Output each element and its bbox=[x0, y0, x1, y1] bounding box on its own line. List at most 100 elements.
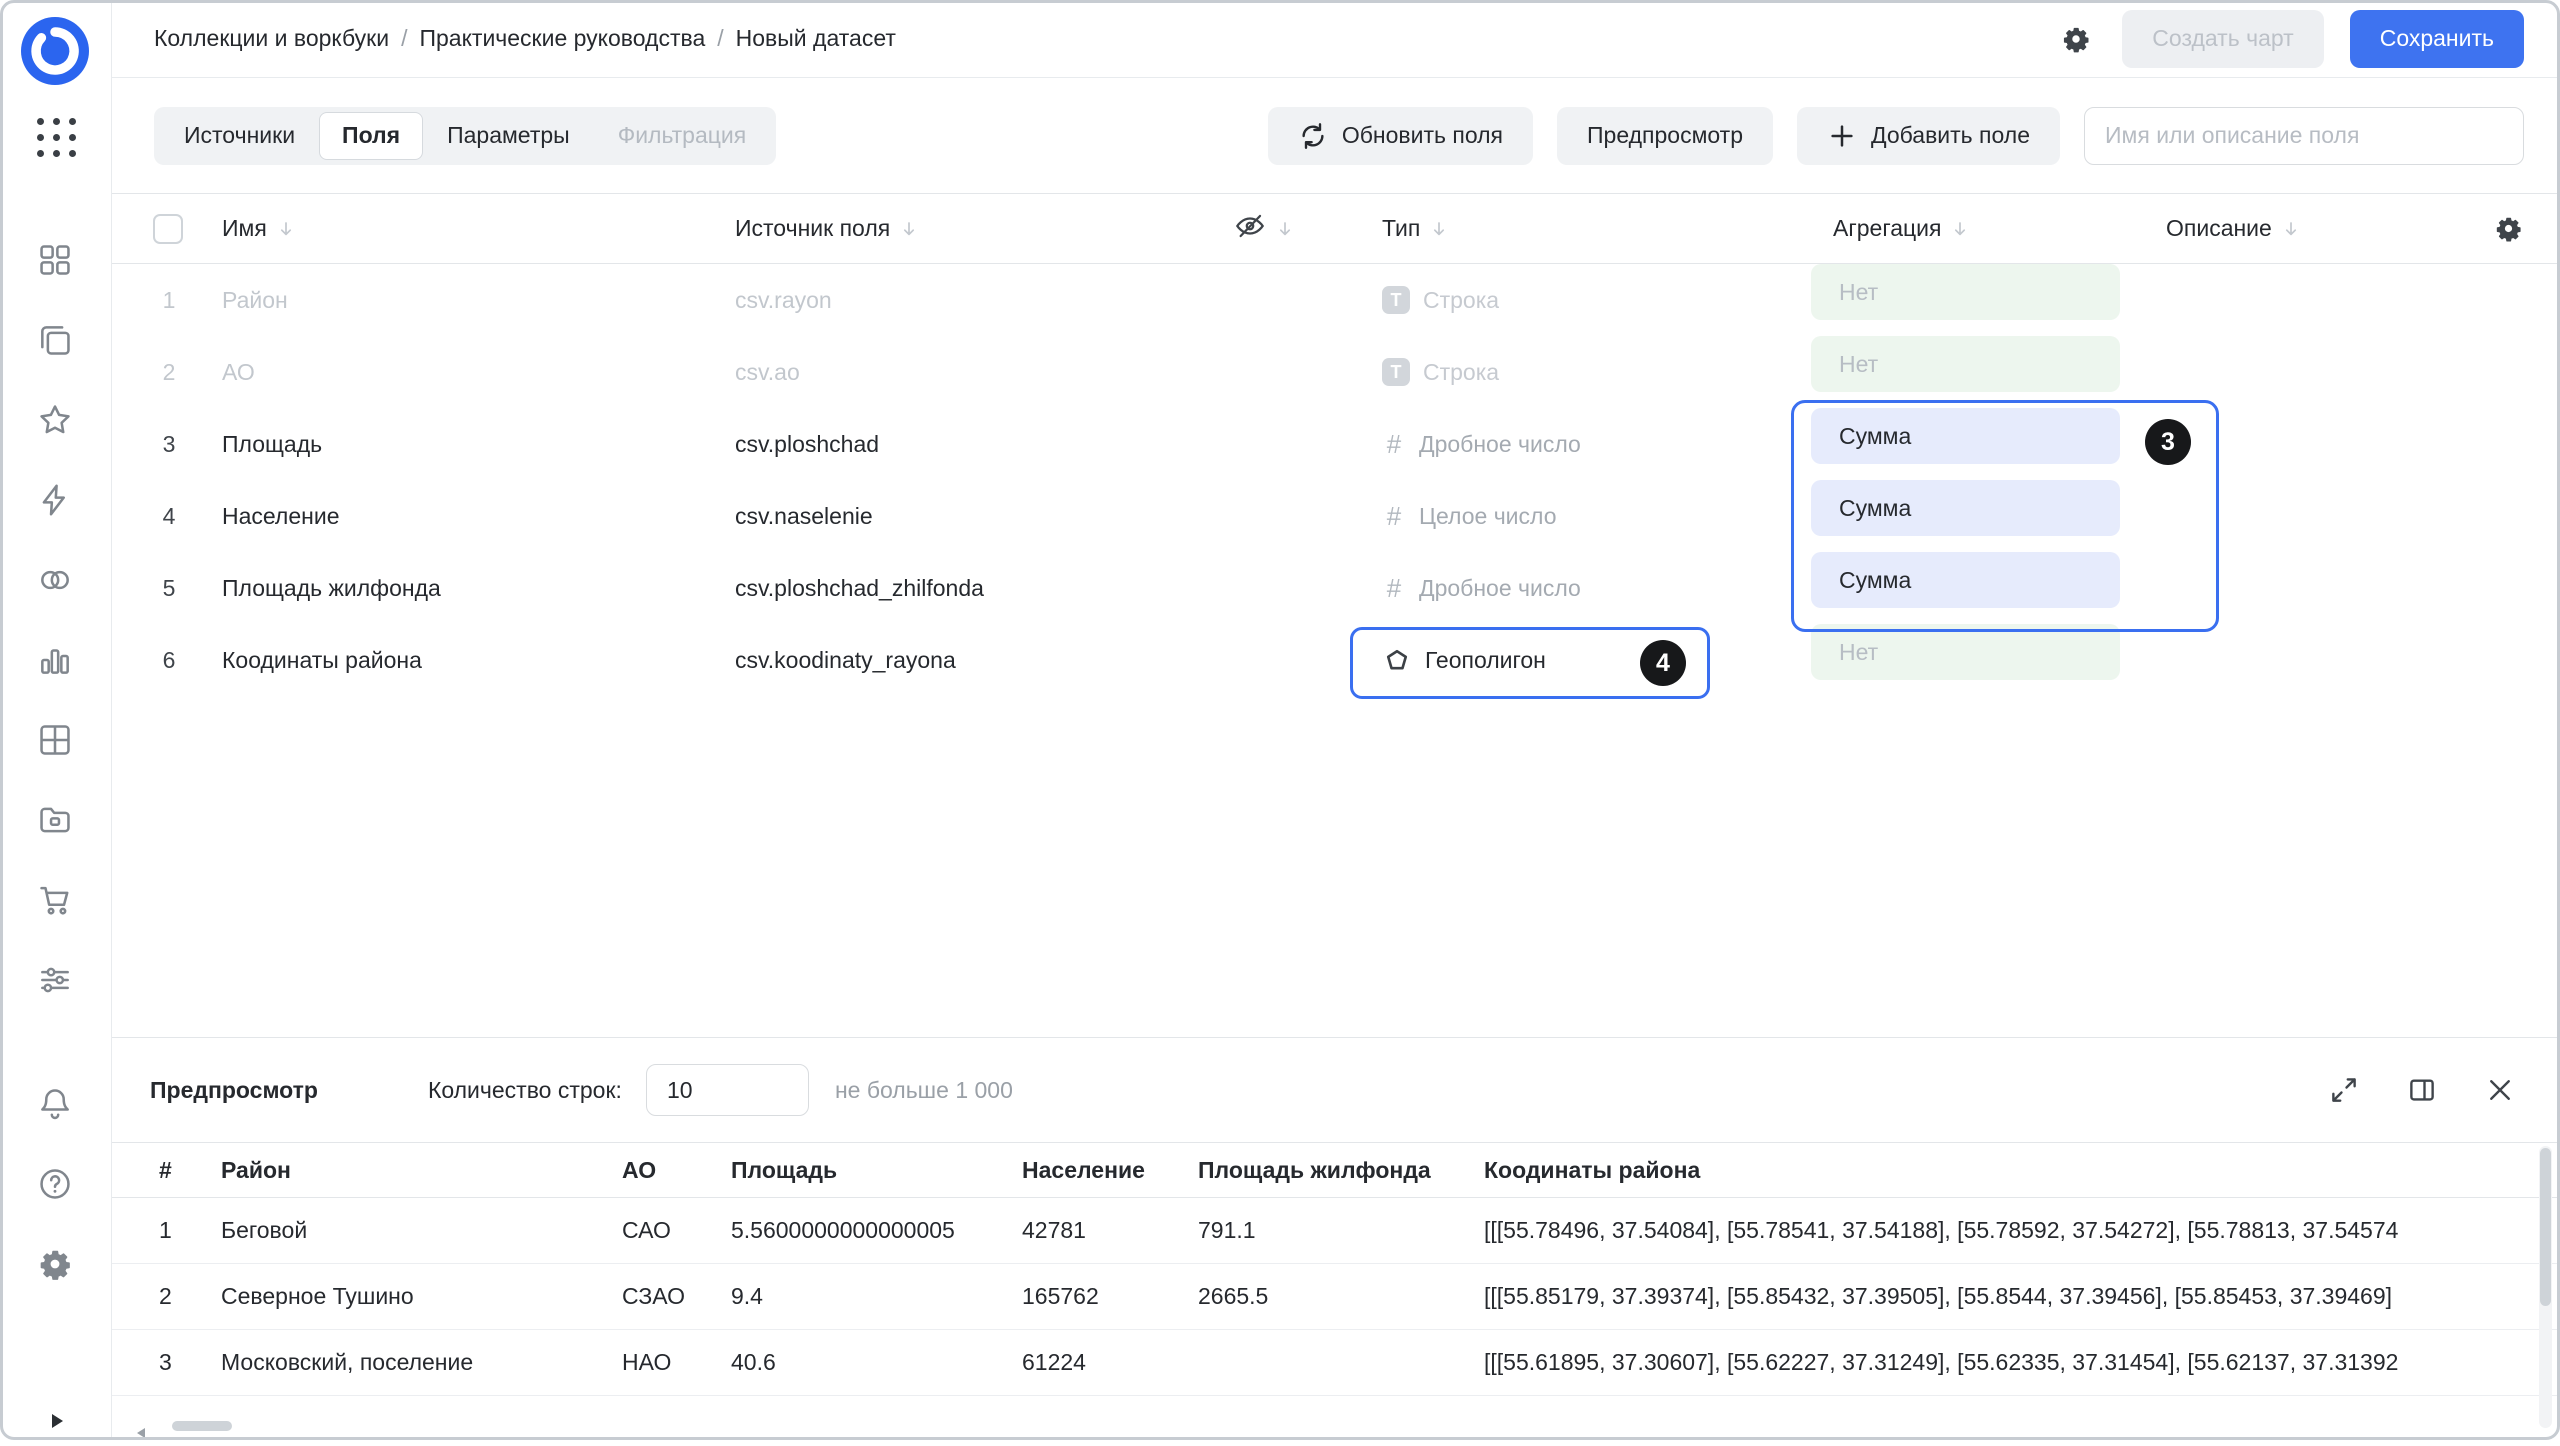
datalens-logo-icon[interactable] bbox=[17, 13, 93, 89]
preview-cell: САО bbox=[622, 1198, 671, 1263]
field-name[interactable]: Население bbox=[222, 480, 339, 552]
sidebar-expand-icon[interactable] bbox=[46, 1410, 66, 1430]
field-search-input[interactable] bbox=[2084, 107, 2524, 165]
field-row[interactable]: 6 Коодинаты района csv.koodinaty_rayona … bbox=[112, 624, 2560, 696]
field-name[interactable]: Площадь жилфонда bbox=[222, 552, 441, 624]
aggregation-select[interactable]: Нет bbox=[1811, 624, 2120, 680]
preview-column-header: Площадь bbox=[731, 1143, 837, 1197]
tab-parameters[interactable]: Параметры bbox=[423, 112, 594, 160]
scrollbar-thumb[interactable] bbox=[2540, 1148, 2551, 1306]
sidebar bbox=[0, 0, 112, 1440]
preview-column-header: Население bbox=[1022, 1143, 1145, 1197]
field-row[interactable]: 2 АО csv.ao Строка Нет bbox=[112, 336, 2560, 408]
aggregation-select[interactable]: Нет bbox=[1811, 264, 2120, 320]
preview-title: Предпросмотр bbox=[150, 1077, 318, 1104]
field-row[interactable]: 1 Район csv.rayon Строка Нет bbox=[112, 264, 2560, 336]
field-row[interactable]: 4 Население csv.naselenie Целое число Су… bbox=[112, 480, 2560, 552]
sort-down-icon[interactable] bbox=[1429, 219, 1449, 239]
field-type-select[interactable]: Дробное число bbox=[1382, 552, 1581, 624]
horizontal-scrollbar[interactable] bbox=[128, 1418, 2544, 1434]
preview-cell: 40.6 bbox=[731, 1330, 776, 1395]
scroll-left-arrow-icon[interactable] bbox=[134, 1419, 148, 1433]
sidebar-item-bar-chart-icon[interactable] bbox=[36, 641, 74, 679]
breadcrumb-collections[interactable]: Коллекции и воркбуки bbox=[154, 25, 389, 52]
field-source[interactable]: csv.naselenie bbox=[735, 480, 873, 552]
column-header-name[interactable]: Имя bbox=[222, 194, 296, 263]
preview-column-header: Площадь жилфонда bbox=[1198, 1143, 1431, 1197]
field-name[interactable]: Район bbox=[222, 264, 288, 336]
help-icon[interactable] bbox=[36, 1165, 74, 1203]
field-source[interactable]: csv.koodinaty_rayona bbox=[735, 624, 956, 696]
sidebar-item-grid-table-icon[interactable] bbox=[36, 721, 74, 759]
preview-row: 3 Московский, поселение НАО 40.6 61224 [… bbox=[112, 1330, 2560, 1396]
field-type-select[interactable]: Геополигон bbox=[1382, 624, 1546, 696]
field-type-select[interactable]: Строка bbox=[1382, 264, 1499, 336]
scrollbar-thumb[interactable] bbox=[172, 1421, 232, 1431]
tab-filtering[interactable]: Фильтрация bbox=[594, 112, 771, 160]
number-type-icon bbox=[1382, 429, 1406, 460]
preview-toggle-button[interactable]: Предпросмотр bbox=[1557, 107, 1773, 165]
breadcrumb-guides[interactable]: Практические руководства bbox=[419, 25, 705, 52]
column-header-description[interactable]: Описание bbox=[2166, 194, 2301, 263]
row-count-hint: не больше 1 000 bbox=[835, 1077, 1013, 1104]
visibility-off-icon bbox=[1234, 210, 1266, 248]
preview-vertical-scrollbar[interactable] bbox=[2539, 1146, 2552, 1428]
preview-cell: 3 bbox=[159, 1330, 172, 1395]
field-row[interactable]: 3 Площадь csv.ploshchad Дробное число Су… bbox=[112, 408, 2560, 480]
split-view-icon[interactable] bbox=[2402, 1070, 2442, 1110]
sort-down-icon[interactable] bbox=[2281, 219, 2301, 239]
row-count-input[interactable] bbox=[646, 1064, 809, 1116]
column-header-type[interactable]: Тип bbox=[1382, 194, 1449, 263]
close-preview-icon[interactable] bbox=[2480, 1070, 2520, 1110]
sidebar-item-sliders-icon[interactable] bbox=[36, 961, 74, 999]
field-name[interactable]: Площадь bbox=[222, 408, 322, 480]
sidebar-item-star-icon[interactable] bbox=[36, 401, 74, 439]
sidebar-item-folder-icon[interactable] bbox=[36, 801, 74, 839]
field-type-select[interactable]: Строка bbox=[1382, 336, 1499, 408]
refresh-fields-button[interactable]: Обновить поля bbox=[1268, 107, 1533, 165]
field-row[interactable]: 5 Площадь жилфонда csv.ploshchad_zhilfon… bbox=[112, 552, 2560, 624]
preview-table-header: # Район АО Площадь Население Площадь жил… bbox=[112, 1142, 2560, 1198]
aggregation-select[interactable]: Сумма bbox=[1811, 552, 2120, 608]
sidebar-item-cart-icon[interactable] bbox=[36, 881, 74, 919]
expand-preview-icon[interactable] bbox=[2324, 1070, 2364, 1110]
field-source[interactable]: csv.ao bbox=[735, 336, 800, 408]
sidebar-item-circles-icon[interactable] bbox=[36, 561, 74, 599]
field-name[interactable]: АО bbox=[222, 336, 255, 408]
sidebar-item-lightning-icon[interactable] bbox=[36, 481, 74, 519]
field-type-select[interactable]: Целое число bbox=[1382, 480, 1557, 552]
sidebar-item-layers-icon[interactable] bbox=[36, 321, 74, 359]
add-field-button[interactable]: Добавить поле bbox=[1797, 107, 2060, 165]
aggregation-select[interactable]: Сумма bbox=[1811, 408, 2120, 464]
column-header-aggregation[interactable]: Агрегация bbox=[1833, 194, 1970, 263]
row-number: 2 bbox=[153, 336, 185, 408]
create-chart-button[interactable]: Создать чарт bbox=[2122, 10, 2323, 68]
dataset-settings-gear-icon[interactable] bbox=[2056, 19, 2096, 59]
column-header-visibility[interactable] bbox=[1234, 194, 1295, 263]
sort-down-icon[interactable] bbox=[276, 219, 296, 239]
aggregation-select[interactable]: Нет bbox=[1811, 336, 2120, 392]
sidebar-gear-icon[interactable] bbox=[36, 1245, 74, 1283]
field-source[interactable]: csv.ploshchad_zhilfonda bbox=[735, 552, 984, 624]
field-source[interactable]: csv.ploshchad bbox=[735, 408, 879, 480]
save-button[interactable]: Сохранить bbox=[2350, 10, 2524, 68]
field-type-select[interactable]: Дробное число bbox=[1382, 408, 1581, 480]
tab-sources[interactable]: Источники bbox=[160, 112, 319, 160]
apps-grid-icon[interactable] bbox=[37, 118, 76, 157]
select-all-checkbox[interactable] bbox=[153, 214, 183, 244]
field-name[interactable]: Коодинаты района bbox=[222, 624, 422, 696]
dataset-tabs: Источники Поля Параметры Фильтрация bbox=[154, 107, 776, 165]
aggregation-select[interactable]: Сумма bbox=[1811, 480, 2120, 536]
sort-down-icon[interactable] bbox=[1275, 219, 1295, 239]
preview-cell: Северное Тушино bbox=[221, 1264, 414, 1329]
sidebar-item-tiles-icon[interactable] bbox=[36, 241, 74, 279]
table-settings-gear-icon[interactable] bbox=[2493, 194, 2524, 263]
tab-fields[interactable]: Поля bbox=[319, 112, 423, 160]
refresh-icon bbox=[1298, 121, 1328, 151]
sort-down-icon[interactable] bbox=[1950, 219, 1970, 239]
column-header-source[interactable]: Источник поля bbox=[735, 194, 919, 263]
row-number: 6 bbox=[153, 624, 185, 696]
sort-down-icon[interactable] bbox=[899, 219, 919, 239]
field-source[interactable]: csv.rayon bbox=[735, 264, 832, 336]
bell-icon[interactable] bbox=[36, 1085, 74, 1123]
